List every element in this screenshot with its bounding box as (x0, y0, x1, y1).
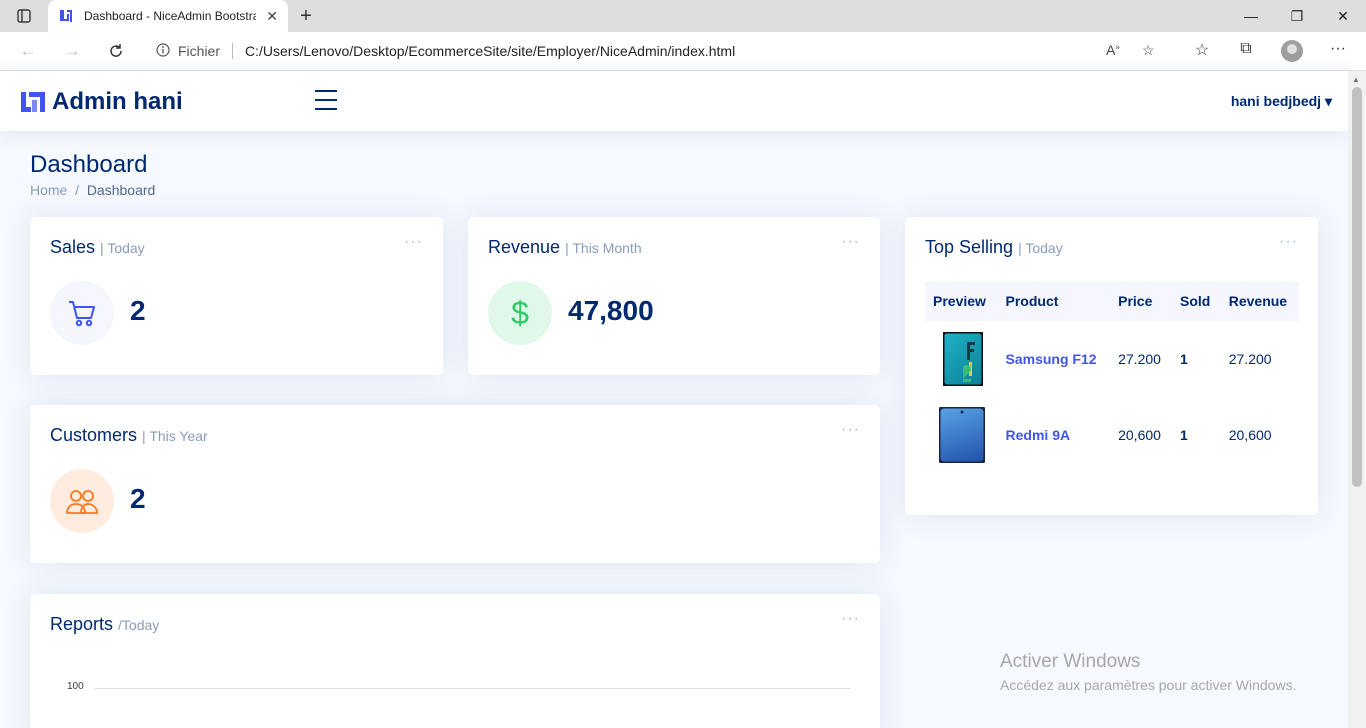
reports-card: Reports /Today ··· (30, 594, 880, 728)
redmi-9a-image[interactable] (937, 405, 987, 465)
info-icon[interactable] (156, 42, 178, 60)
browser-tab[interactable]: Dashboard - NiceAdmin Bootstrap ✕ (48, 0, 288, 32)
sales-value: 2 (130, 295, 146, 326)
preview-cell (925, 397, 998, 473)
cart-icon (50, 281, 114, 345)
page-title: Dashboard (30, 151, 147, 179)
column-header: Product (997, 281, 1111, 321)
table-row: Samsung F12 27.200 1 27.200 (925, 321, 1299, 397)
sales-card-title: Sales | Today (50, 237, 145, 257)
toggle-sidebar-icon[interactable] (315, 90, 337, 110)
logo[interactable]: Admin hani (20, 88, 183, 116)
top-selling-table: Preview Product Price Sold Revenue Samsu… (925, 281, 1299, 473)
sales-card: Sales | Today ··· 2 (30, 217, 443, 375)
top-selling-filter-icon[interactable]: ··· (1279, 233, 1298, 251)
page-scrollbar[interactable]: ▲ (1348, 71, 1366, 728)
sales-period: | Today (100, 240, 145, 256)
address-bar[interactable]: Fichier C:/Users/Lenovo/Desktop/Ecommerc… (144, 36, 1170, 66)
back-icon[interactable]: ← (14, 38, 42, 64)
samsung-f12-image[interactable] (941, 330, 985, 388)
customers-value: 2 (130, 483, 146, 514)
windows-activation-watermark: Activer Windows Accédez aux paramètres p… (1000, 651, 1296, 693)
scrollbar-thumb[interactable] (1352, 87, 1362, 487)
tab-title: Dashboard - NiceAdmin Bootstrap (84, 9, 256, 23)
breadcrumb-home[interactable]: Home (30, 182, 67, 198)
revenue-cell: 20,600 (1228, 427, 1272, 443)
people-icon (50, 469, 114, 533)
revenue-cell: 27.200 (1228, 351, 1272, 367)
browser-tab-strip: Dashboard - NiceAdmin Bootstrap ✕ + — ❐ … (0, 0, 1366, 32)
watermark-subtitle: Accédez aux paramètres pour activer Wind… (1000, 677, 1297, 693)
scroll-up-icon[interactable]: ▲ (1352, 75, 1360, 84)
product-link[interactable]: Samsung F12 (998, 321, 1111, 397)
top-selling-card: Top Selling | Today ··· Preview Product … (905, 217, 1318, 515)
customers-card-title: Customers | This Year (50, 425, 208, 445)
logo-icon (21, 92, 45, 112)
watermark-title: Activer Windows (1000, 651, 1141, 672)
browser-toolbar: ← → Fichier C:/Users/Lenovo/Desktop/Ecom… (0, 32, 1366, 71)
new-tab-icon[interactable]: + (294, 4, 318, 28)
sold-cell: 1 (1179, 427, 1188, 443)
forward-icon[interactable]: → (58, 38, 86, 64)
niceadmin-favicon-icon (60, 10, 72, 22)
customers-period: | This Year (142, 428, 208, 444)
reports-period: /Today (118, 617, 160, 633)
column-header: Price (1110, 281, 1172, 321)
revenue-card-title: Revenue | This Month (488, 237, 642, 257)
reports-card-title: Reports /Today (50, 614, 160, 634)
column-header: Revenue (1220, 281, 1299, 321)
more-menu-icon[interactable]: ··· (1326, 40, 1350, 58)
brand-name: Admin hani (52, 88, 183, 115)
user-dropdown[interactable]: hani bedjbedj ▾ (1231, 93, 1332, 110)
breadcrumb-current: Dashboard (86, 182, 156, 198)
product-link[interactable]: Redmi 9A (998, 397, 1111, 473)
revenue-period: | This Month (565, 240, 642, 256)
sold-cell: 1 (1179, 351, 1188, 367)
reports-gridline (95, 688, 851, 689)
top-selling-period: | Today (1018, 240, 1063, 256)
profile-avatar[interactable] (1281, 40, 1303, 62)
caret-down-icon: ▾ (1324, 93, 1332, 109)
scheme-label: Fichier (178, 43, 221, 59)
page-heading: Dashboard (30, 151, 148, 178)
app-header: Admin hani hani bedjbedj ▾ (0, 71, 1348, 131)
preview-cell (925, 321, 998, 397)
revenue-filter-icon[interactable]: ··· (841, 233, 860, 251)
price-cell: 27.200 (1118, 351, 1161, 367)
favorites-icon[interactable]: ☆ (1190, 40, 1214, 60)
window-close-icon[interactable]: ✕ (1320, 0, 1366, 32)
add-favorite-icon[interactable]: ☆ (1142, 42, 1155, 59)
column-header: Preview (925, 281, 998, 321)
refresh-icon[interactable] (102, 38, 130, 64)
read-aloud-icon[interactable]: A» (1106, 42, 1120, 58)
collections-icon[interactable]: ⧉ (1234, 40, 1258, 58)
breadcrumb: Home / Dashboard (30, 182, 155, 198)
address-separator (232, 43, 234, 59)
breadcrumb-separator: / (75, 182, 80, 198)
reports-filter-icon[interactable]: ··· (841, 610, 860, 628)
customers-filter-icon[interactable]: ··· (841, 421, 860, 439)
tab-actions-icon[interactable] (8, 4, 40, 28)
reports-y-tick: 100 (67, 681, 84, 692)
restore-icon[interactable]: ❐ (1274, 0, 1320, 32)
url-text[interactable]: C:/Users/Lenovo/Desktop/EcommerceSite/si… (245, 43, 735, 59)
price-cell: 20,600 (1118, 427, 1161, 443)
revenue-card: Revenue | This Month ··· $ 47,800 (468, 217, 880, 375)
customers-card: Customers | This Year ··· 2 (30, 405, 880, 563)
currency-dollar-icon: $ (488, 281, 552, 345)
top-selling-title: Top Selling | Today (925, 237, 1063, 257)
tab-close-icon[interactable]: ✕ (266, 8, 278, 25)
table-row: Redmi 9A 20,600 1 20,600 (925, 397, 1299, 473)
user-name: hani bedjbedj (1230, 93, 1322, 109)
column-header: Sold (1171, 281, 1221, 321)
sales-filter-icon[interactable]: ··· (404, 233, 423, 251)
minimize-icon[interactable]: — (1228, 0, 1274, 32)
revenue-value: 47,800 (568, 295, 654, 326)
